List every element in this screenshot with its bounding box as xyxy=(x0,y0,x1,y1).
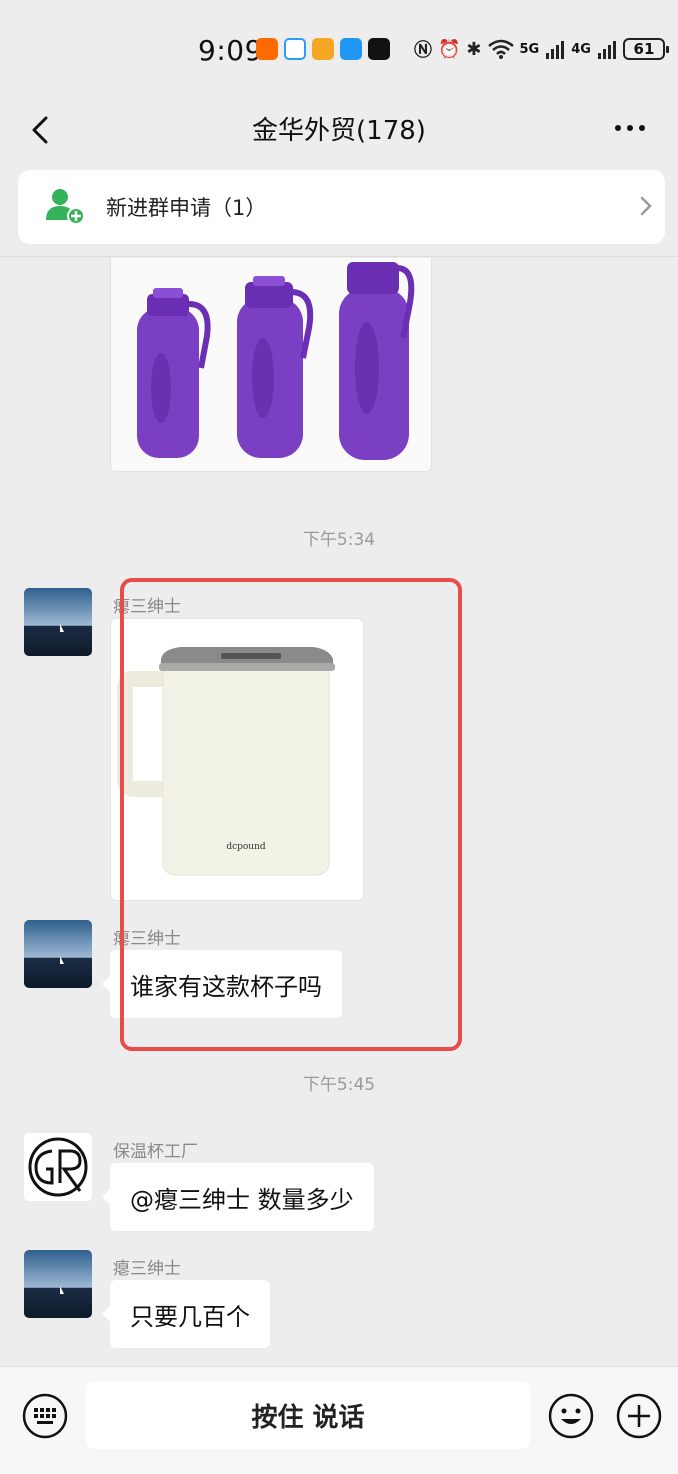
taobao-app-icon xyxy=(256,38,278,60)
purple-bottles-image xyxy=(111,258,431,471)
avatar[interactable] xyxy=(24,588,92,656)
avatar[interactable] xyxy=(24,920,92,988)
bluetooth-icon: ✱ xyxy=(466,38,482,60)
sender-name: 瘪三绅士 xyxy=(113,1259,181,1279)
avatar[interactable] xyxy=(24,1133,92,1201)
status-bar: 9:09 Ⓝ ⏰ ✱ 5G 4G 61 xyxy=(0,0,678,100)
message-bubble[interactable]: 只要几百个 xyxy=(102,1280,270,1348)
chat-title: 金华外贸(178) xyxy=(252,116,426,146)
highlight-annotation xyxy=(120,578,462,1051)
nfc-icon: Ⓝ xyxy=(414,40,432,61)
sea-avatar-image xyxy=(24,920,92,988)
chat-app-icon xyxy=(284,38,306,60)
timestamp: 下午5:45 xyxy=(302,1075,376,1095)
network-5g-label: 5G xyxy=(519,41,540,57)
banner-divider xyxy=(0,256,678,257)
bottles-image-message[interactable] xyxy=(110,258,432,472)
add-member-icon xyxy=(46,189,85,225)
chevron-right-icon xyxy=(640,196,652,216)
gr-logo-avatar xyxy=(24,1133,92,1201)
plus-icon[interactable] xyxy=(616,1393,662,1439)
sea-avatar-image xyxy=(24,1250,92,1318)
avatar[interactable] xyxy=(24,1250,92,1318)
input-bar: 按住 说话 xyxy=(0,1366,678,1474)
keyboard-icon[interactable] xyxy=(22,1393,68,1439)
mail-app-icon xyxy=(312,38,334,60)
chat-header: 金华外贸(178) xyxy=(0,100,678,160)
sender-name: 保温杯工厂 xyxy=(113,1142,198,1162)
emoji-icon[interactable] xyxy=(548,1393,594,1439)
more-options-icon[interactable] xyxy=(612,118,648,138)
alarm-icon: ⏰ xyxy=(438,38,461,60)
wifi-icon xyxy=(487,39,514,59)
signal-icon-1 xyxy=(546,41,565,59)
group-join-request-banner[interactable]: 新进群申请（1） xyxy=(18,170,665,244)
hold-to-talk-button[interactable]: 按住 说话 xyxy=(86,1381,530,1449)
battery-indicator: 61 xyxy=(622,38,669,60)
network-4g-label: 4G xyxy=(571,41,591,57)
message-bubble[interactable]: @瘪三绅士 数量多少 xyxy=(102,1163,374,1231)
signal-icon-2 xyxy=(597,41,616,59)
system-icons: Ⓝ ⏰ ✱ 5G 4G 61 xyxy=(414,36,669,62)
sea-avatar-image xyxy=(24,588,92,656)
status-time: 9:09 xyxy=(198,34,263,67)
notification-icons xyxy=(256,38,390,60)
weather-app-icon xyxy=(340,38,362,60)
join-request-label: 新进群申请（1） xyxy=(106,196,267,220)
tiktok-app-icon xyxy=(368,38,390,60)
timestamp: 下午5:34 xyxy=(302,530,376,550)
